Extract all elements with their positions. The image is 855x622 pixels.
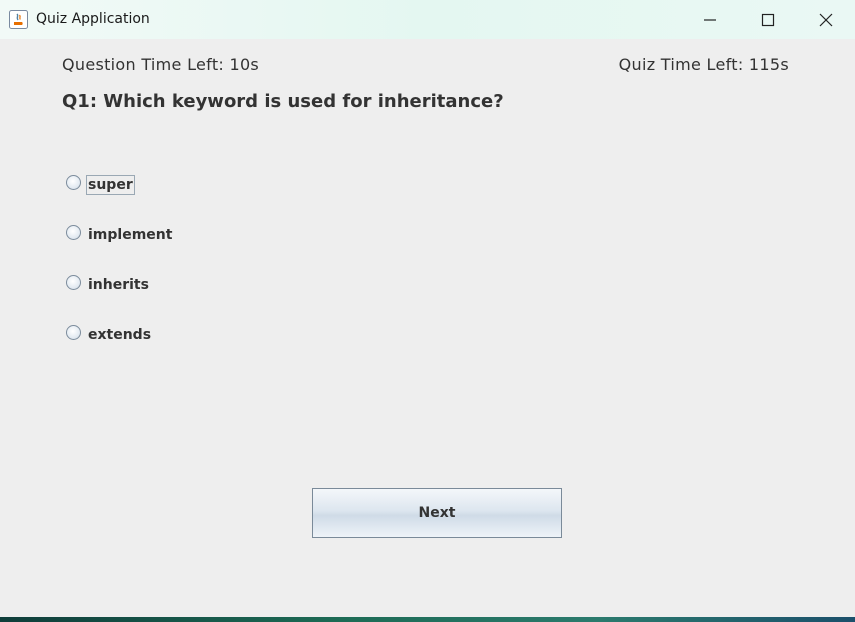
close-button[interactable] [797,0,855,39]
option-label[interactable]: super [86,175,135,195]
title-bar[interactable]: Quiz Application [0,0,855,39]
window-title: Quiz Application [36,11,150,27]
maximize-icon [761,13,775,27]
option-label[interactable]: extends [87,326,152,344]
quiz-panel: Question Time Left: 10s Quiz Time Left: … [0,39,855,617]
question-timer: Question Time Left: 10s [62,55,260,74]
radio-button[interactable] [66,175,81,190]
next-button[interactable]: Next [312,488,562,538]
minimize-button[interactable] [681,0,739,39]
question-text: Q1: Which keyword is used for inheritanc… [62,91,504,112]
radio-button[interactable] [66,225,81,240]
maximize-button[interactable] [739,0,797,39]
quiz-timer: Quiz Time Left: 115s [618,55,789,74]
option-label[interactable]: implement [87,226,173,244]
minimize-icon [704,19,716,21]
java-icon [9,10,28,29]
quiz-window: Quiz Application Question Time Left: 10s… [0,0,855,617]
close-icon [819,13,833,27]
desktop-background [0,617,855,622]
option-label[interactable]: inherits [87,276,150,294]
radio-button[interactable] [66,325,81,340]
radio-button[interactable] [66,275,81,290]
